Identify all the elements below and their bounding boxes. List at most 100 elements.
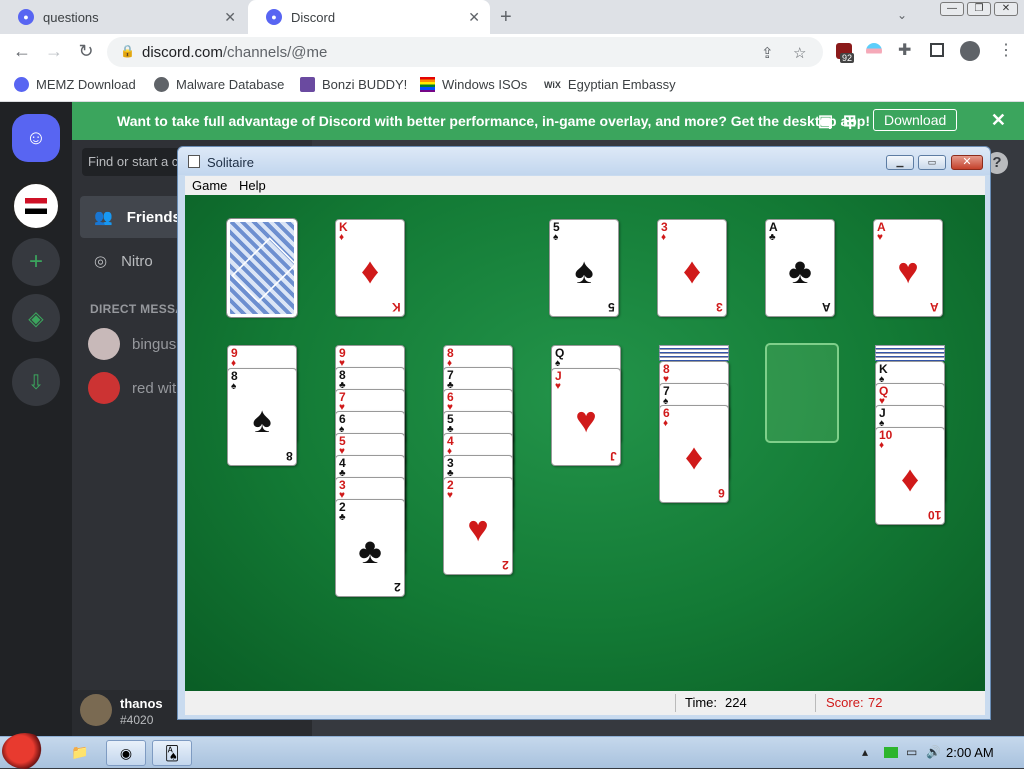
card-suit: ♥ (555, 381, 561, 392)
tableau-card[interactable]: 10 ♦ ♦ 10 (875, 427, 945, 525)
waste-card[interactable]: K ♦ ♦ K (335, 219, 405, 317)
clock[interactable]: 2:00 AM (946, 745, 994, 760)
card-rank-bottom: A (930, 300, 939, 314)
card-center-pip: ♦ (360, 250, 380, 291)
card-rank-bottom: A (822, 300, 831, 314)
username: thanos (120, 696, 163, 711)
battery-icon[interactable] (884, 747, 898, 758)
server-rail: ☺ + ◈ ⇩ (0, 102, 72, 736)
close-tab-icon[interactable]: ✕ (224, 9, 236, 26)
tab-discord[interactable]: ● Discord ✕ (248, 0, 490, 34)
tableau-card[interactable]: 2 ♣ ♣ 2 (335, 499, 405, 597)
volume-icon[interactable]: 🔊 (926, 745, 941, 759)
user-tag: #4020 (120, 713, 154, 727)
foundation-card[interactable]: 3 ♦ ♦ 3 (657, 219, 727, 317)
tableau-card[interactable]: J ♥ ♥ J (551, 368, 621, 466)
download-apps-icon[interactable]: ⇩ (12, 358, 60, 406)
bookmark-bonzi-buddy[interactable]: Bonzi BUDDY! (300, 77, 407, 92)
avatar (88, 328, 120, 360)
card-center-pip: ♣ (358, 530, 382, 571)
rainbow-flag-icon (420, 77, 435, 92)
bookmark-windows-isos[interactable]: Windows ISOs (420, 77, 527, 92)
card-suit: ♥ (877, 232, 883, 243)
window-title: Solitaire (207, 155, 254, 170)
share-icon[interactable]: ⇪ (761, 44, 774, 62)
show-hidden-icons[interactable]: ▴ (862, 745, 868, 759)
server-made-in-egypt-icon[interactable] (12, 182, 60, 230)
network-icon[interactable]: ▭ (906, 745, 917, 759)
foundation-card[interactable]: A ♣ ♣ A (765, 219, 835, 317)
new-tab-button[interactable]: + (500, 6, 512, 29)
chrome-taskbar-button[interactable]: ◉ (106, 740, 146, 766)
explore-compass-icon[interactable]: ◈ (12, 294, 60, 342)
time-value: 224 (725, 695, 747, 710)
sidepanel-icon[interactable] (930, 43, 944, 57)
foundation-card[interactable]: A ♥ ♥ A (873, 219, 943, 317)
solitaire-titlebar[interactable]: Solitaire ▁ ▭ ✕ (178, 147, 990, 175)
dm-item-red[interactable]: red wit (88, 372, 176, 404)
flag-extension-icon[interactable] (866, 43, 882, 59)
extension-badge: 92 (840, 53, 855, 63)
lock-icon: 🔒 (120, 44, 135, 58)
close-tab-icon[interactable]: ✕ (468, 9, 480, 26)
bookmarks-bar: MEMZ Download Malware Database Bonzi BUD… (0, 70, 1024, 102)
score-value: 72 (868, 695, 883, 710)
bookmark-malware-database[interactable]: Malware Database (154, 77, 284, 92)
star-icon[interactable]: ☆ (793, 44, 806, 62)
card-rank-bottom: 2 (394, 580, 401, 594)
solitaire-taskbar-button[interactable]: 🂡 (152, 740, 192, 766)
kebab-menu-icon[interactable]: ⋮ (998, 40, 1014, 60)
chevron-down-icon[interactable]: ⌄ (897, 8, 907, 22)
explorer-icon[interactable]: 📁 (60, 740, 100, 766)
tab-questions[interactable]: ● questions ✕ (0, 0, 246, 34)
close-banner-icon[interactable]: ✕ (991, 110, 1006, 131)
close-window-button[interactable]: ✕ (994, 2, 1018, 16)
tableau-card[interactable]: 6 ♦ ♦ 6 (659, 405, 729, 503)
solitaire-app-icon (188, 155, 200, 168)
tab-strip: ● questions ✕ ● Discord ✕ + ⌄ — ❐ ✕ (0, 0, 1024, 34)
address-bar[interactable]: 🔒 discord.com/channels/@me ⇪ ☆ (107, 37, 823, 67)
menu-game[interactable]: Game (192, 178, 227, 193)
bookmark-memz[interactable]: MEMZ Download (14, 77, 136, 92)
bookmark-label: Malware Database (176, 77, 285, 92)
bookmark-label: Egyptian Embassy (567, 77, 676, 92)
profile-avatar-icon[interactable] (960, 41, 980, 61)
stock-pile[interactable] (226, 218, 298, 318)
android-icon: ▣ (818, 113, 834, 130)
bookmark-label: MEMZ Download (36, 77, 136, 92)
wix-icon: WiX (544, 79, 561, 90)
close-button[interactable]: ✕ (951, 155, 983, 170)
tableau-card[interactable]: 8 ♠ ♠ 8 (227, 368, 297, 466)
tableau-card[interactable]: 2 ♥ ♥ 2 (443, 477, 513, 575)
desktop-app-banner: Want to take full advantage of Discord w… (72, 102, 1024, 140)
dm-name: red wit (132, 379, 177, 397)
puzzle-icon[interactable]: ✚ (898, 40, 911, 60)
score-label: Score: (826, 695, 864, 710)
dm-item-bingus[interactable]: bingus (88, 328, 176, 360)
download-button[interactable]: Download (873, 109, 958, 131)
discord-home-icon[interactable]: ☺ (12, 114, 60, 162)
bookmark-label: Windows ISOs (442, 77, 528, 92)
foundation-card[interactable]: 5 ♠ ♠ 5 (549, 219, 619, 317)
empty-tableau-slot[interactable] (765, 343, 839, 443)
reload-button[interactable]: ↻ (75, 41, 97, 62)
nav-label: Nitro (121, 252, 153, 270)
minimize-button[interactable]: ▁ (886, 155, 914, 170)
card-suit: ♦ (339, 232, 345, 243)
discord-favicon-icon: ● (18, 9, 34, 25)
tab-title: Discord (291, 9, 336, 25)
menu-help[interactable]: Help (239, 178, 266, 193)
card-center-pip: ♦ (682, 250, 702, 291)
card-rank-bottom: 10 (927, 508, 941, 522)
card-rank-bottom: 2 (502, 558, 509, 572)
add-server-icon[interactable]: + (12, 238, 60, 286)
avatar[interactable] (80, 694, 112, 726)
restore-button[interactable]: ❐ (967, 2, 991, 16)
back-button[interactable]: ← (11, 41, 33, 62)
card-suit: ♣ (769, 232, 776, 243)
maximize-button[interactable]: ▭ (918, 155, 946, 170)
bookmark-egyptian-embassy[interactable]: WiX Egyptian Embassy (544, 77, 676, 92)
start-button[interactable] (2, 733, 48, 769)
forward-button[interactable]: → (43, 41, 65, 62)
minimize-button[interactable]: — (940, 2, 964, 16)
